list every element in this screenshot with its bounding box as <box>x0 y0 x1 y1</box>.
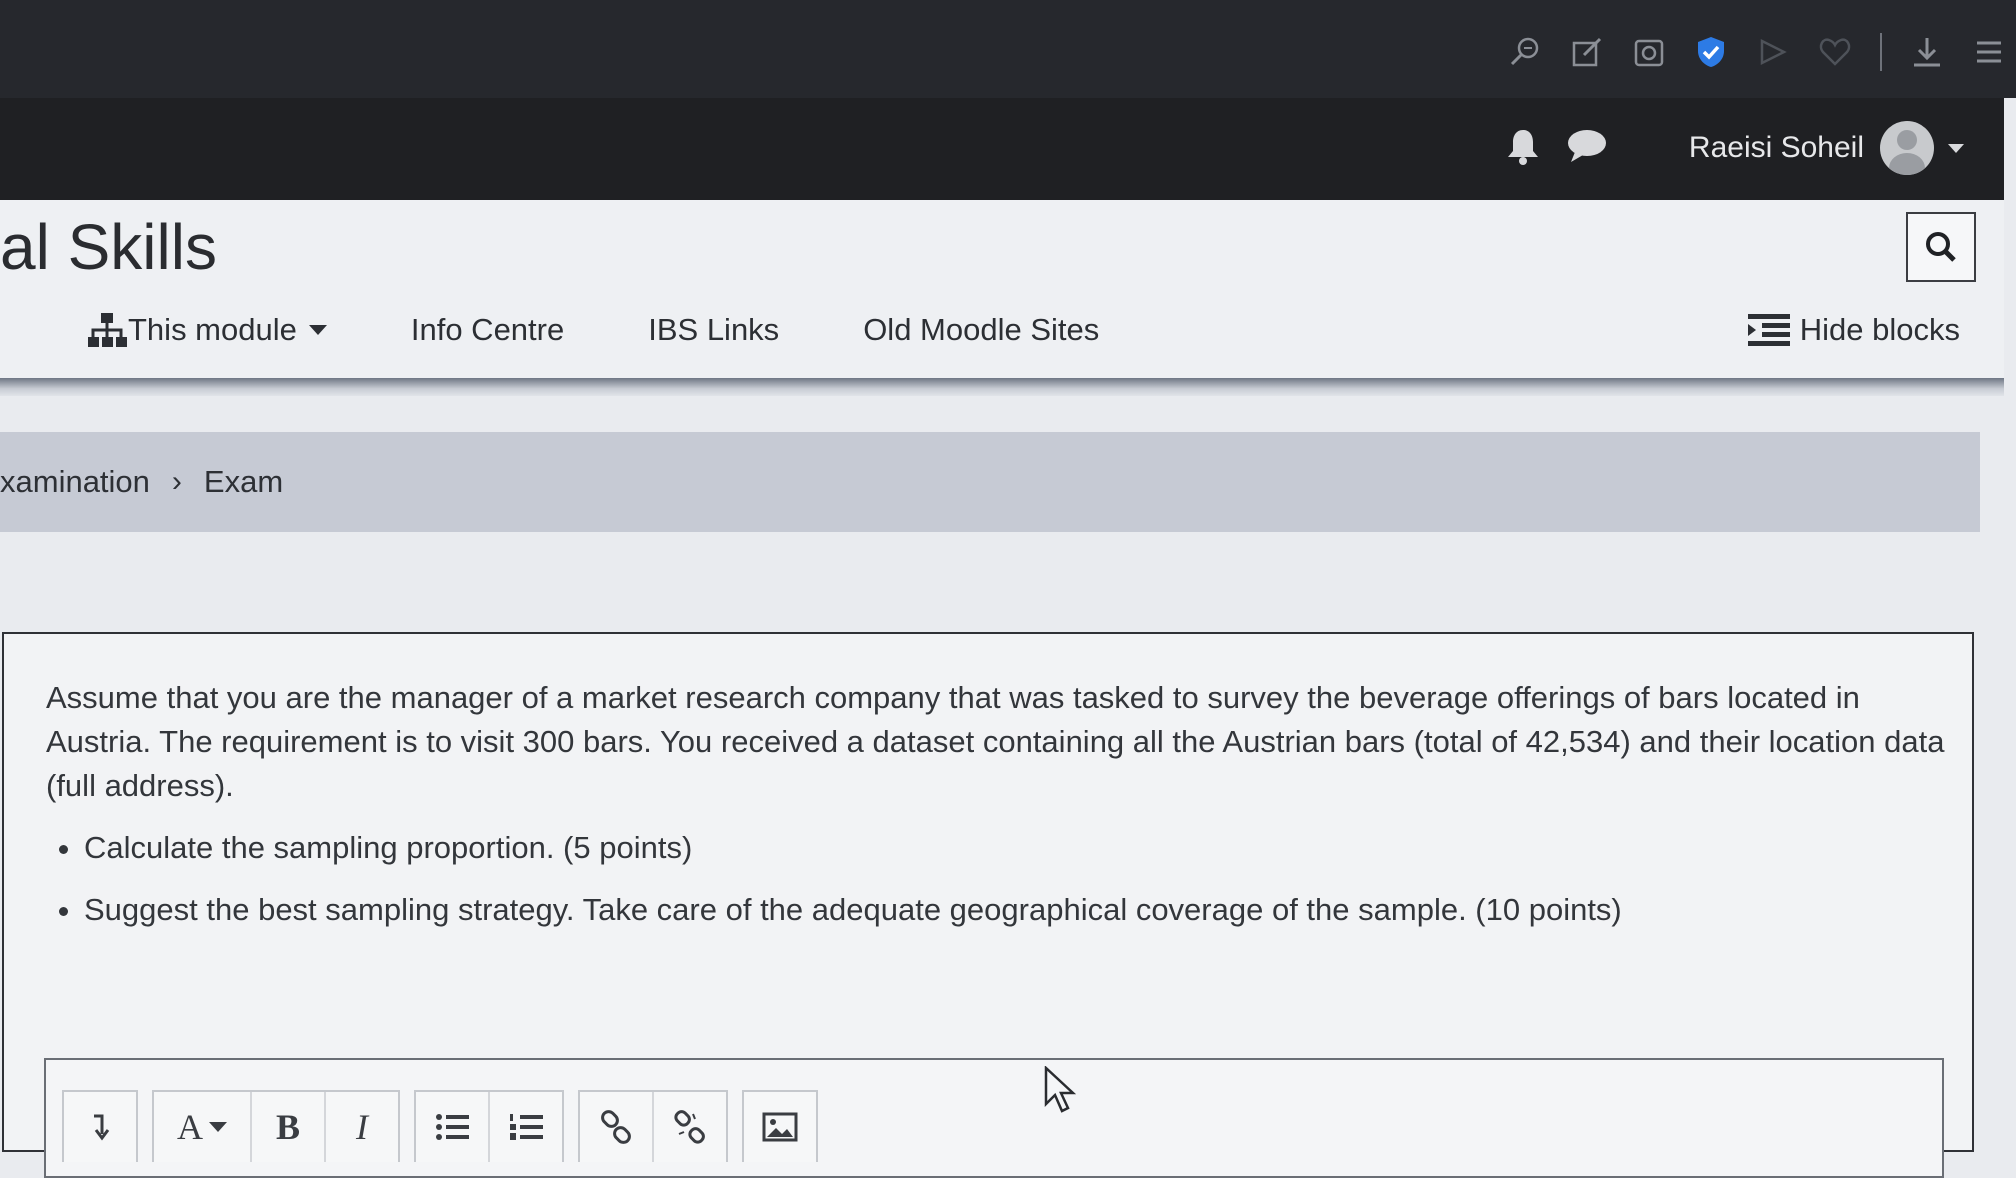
nav-this-module-label: This module <box>128 312 297 347</box>
shield-check-icon[interactable] <box>1694 35 1728 69</box>
search-button[interactable] <box>1906 212 1976 282</box>
link-icon[interactable] <box>580 1092 652 1162</box>
site-navbar: Raeisi Soheil <box>0 98 2004 200</box>
sitemap-icon <box>88 313 127 347</box>
zoom-icon[interactable] <box>1508 35 1542 69</box>
breadcrumb-item-exam[interactable]: Exam <box>204 464 283 500</box>
question-bullet: Suggest the best sampling strategy. Take… <box>84 888 1946 932</box>
hide-blocks-label: Hide blocks <box>1799 312 1960 347</box>
hide-blocks-button[interactable]: Hide blocks <box>1747 304 1960 356</box>
nav-old-moodle-sites[interactable]: Old Moodle Sites <box>863 312 1099 348</box>
font-color-button[interactable]: A <box>154 1092 250 1162</box>
nav-this-module[interactable]: This module <box>86 312 327 348</box>
italic-icon: I <box>356 1107 368 1147</box>
unordered-list-icon[interactable] <box>416 1092 488 1162</box>
breadcrumb: xamination › Exam <box>0 432 1980 532</box>
chevron-down-icon <box>209 1122 227 1132</box>
toolbar-group-collapse <box>62 1090 138 1162</box>
nav-info-centre[interactable]: Info Centre <box>411 312 564 348</box>
question-bullets: Calculate the sampling proportion. (5 po… <box>46 826 1946 932</box>
download-icon[interactable] <box>1910 35 1944 69</box>
toolbar-group-media <box>742 1090 818 1162</box>
user-menu-chevron-down-icon[interactable] <box>1948 143 1964 153</box>
toolbar-separator <box>1880 33 1882 71</box>
avatar[interactable] <box>1880 121 1934 175</box>
edit-icon[interactable] <box>1570 35 1604 69</box>
collapse-icon[interactable] <box>64 1092 136 1162</box>
messages-chat-icon[interactable] <box>1565 126 1609 171</box>
browser-toolbar <box>0 0 2016 98</box>
image-icon[interactable] <box>744 1092 816 1162</box>
question-paragraph: Assume that you are the manager of a mar… <box>46 680 1945 803</box>
browser-icons <box>1508 28 2006 76</box>
header-divider <box>0 378 2004 396</box>
bold-icon: B <box>275 1107 300 1147</box>
ordered-list-icon[interactable] <box>488 1092 562 1162</box>
course-nav: This module Info Centre IBS Links Old Mo… <box>86 304 1183 356</box>
italic-button[interactable]: I <box>324 1092 398 1162</box>
question-text: Assume that you are the manager of a mar… <box>46 676 1946 950</box>
play-icon[interactable] <box>1756 35 1790 69</box>
nav-ibs-links[interactable]: IBS Links <box>648 312 779 348</box>
search-icon <box>1926 232 1956 262</box>
user-area: Raeisi Soheil <box>1503 120 1964 176</box>
breadcrumb-separator-icon: › <box>171 465 182 498</box>
toolbar-group-format: A B I <box>152 1090 400 1162</box>
editor-toolbar: A B I <box>44 1058 1944 1178</box>
font-color-icon: A <box>177 1107 203 1147</box>
question-bullet: Calculate the sampling proportion. (5 po… <box>84 826 1946 870</box>
page-title: al Skills <box>0 211 217 283</box>
question-box: Assume that you are the manager of a mar… <box>2 632 1974 1178</box>
toolbar-group-links <box>578 1090 728 1162</box>
user-name[interactable]: Raeisi Soheil <box>1689 131 1864 165</box>
screenshot-icon[interactable] <box>1632 35 1666 69</box>
menu-icon[interactable] <box>1972 35 2006 69</box>
unlink-icon[interactable] <box>652 1092 726 1162</box>
notification-bell-icon[interactable] <box>1503 126 1543 171</box>
chevron-down-icon <box>308 325 327 335</box>
bold-button[interactable]: B <box>250 1092 324 1162</box>
indent-list-icon <box>1747 314 1790 346</box>
heart-icon[interactable] <box>1818 35 1852 69</box>
breadcrumb-item-examination[interactable]: xamination <box>0 464 150 500</box>
toolbar-group-lists <box>414 1090 564 1162</box>
course-header: al Skills This module Info Centre IBS Li… <box>0 200 2004 380</box>
mouse-cursor-icon <box>1044 1066 1076 1113</box>
